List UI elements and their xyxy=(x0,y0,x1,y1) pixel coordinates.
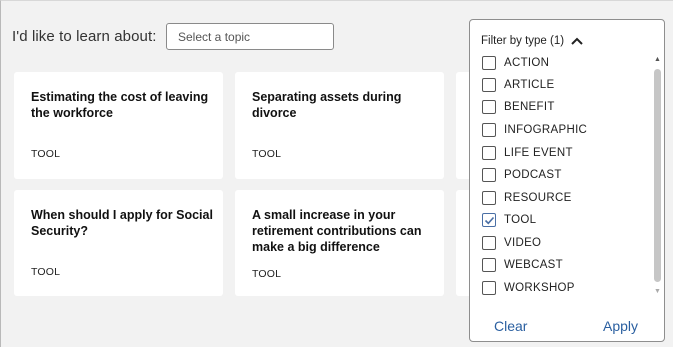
filter-header-label: Filter by type (1) xyxy=(481,35,565,47)
filter-option-workshop[interactable]: WORKSHOP xyxy=(482,281,575,295)
content-card[interactable]: A small increase in your retirement cont… xyxy=(235,190,444,296)
filter-option-tool[interactable]: TOOL xyxy=(482,213,536,227)
content-card[interactable]: Separating assets during divorce TOOL xyxy=(235,72,444,179)
checkbox[interactable] xyxy=(482,123,496,137)
card-type: TOOL xyxy=(252,148,282,160)
card-title: Estimating the cost of leaving the workf… xyxy=(31,90,209,120)
card-type: TOOL xyxy=(31,148,61,160)
chevron-up-icon[interactable] xyxy=(570,36,584,46)
filter-option-label: RESOURCE xyxy=(504,192,572,204)
learn-about-label: I'd like to learn about: xyxy=(12,28,157,45)
filter-option-label: LIFE EVENT xyxy=(504,147,573,159)
checkbox[interactable] xyxy=(482,100,496,114)
filter-option-article[interactable]: ARTICLE xyxy=(482,78,554,92)
content-card[interactable]: When should I apply for Social Security?… xyxy=(14,190,223,296)
filter-option-webcast[interactable]: WEBCAST xyxy=(482,258,563,272)
filter-option-label: VIDEO xyxy=(504,237,542,249)
filter-header[interactable]: Filter by type (1) xyxy=(481,35,584,47)
card-type: TOOL xyxy=(252,268,282,280)
filter-option-podcast[interactable]: PODCAST xyxy=(482,168,562,182)
checkbox[interactable] xyxy=(482,78,496,92)
clear-button[interactable]: Clear xyxy=(494,318,527,334)
scroll-thumb[interactable] xyxy=(654,69,661,282)
apply-button[interactable]: Apply xyxy=(603,318,638,334)
filter-option-infographic[interactable]: INFOGRAPHIC xyxy=(482,123,587,137)
filter-option-benefit[interactable]: BENEFIT xyxy=(482,100,555,114)
card-title: A small increase in your retirement cont… xyxy=(252,208,422,254)
filter-option-action[interactable]: ACTION xyxy=(482,56,549,70)
checkbox[interactable] xyxy=(482,258,496,272)
filter-option-label: INFOGRAPHIC xyxy=(504,124,588,136)
checkbox[interactable] xyxy=(482,236,496,250)
card-title: When should I apply for Social Security? xyxy=(31,208,213,238)
filter-option-label: WEBCAST xyxy=(504,259,563,271)
filter-option-label: PODCAST xyxy=(504,169,562,181)
checkbox[interactable] xyxy=(482,281,496,295)
scroll-up-arrow-icon[interactable]: ▲ xyxy=(654,56,661,63)
topic-select[interactable]: Select a topic xyxy=(166,23,334,50)
checkbox[interactable] xyxy=(482,146,496,160)
filter-by-type-panel: Filter by type (1) ACTION ARTICLE BENEFI… xyxy=(469,19,665,342)
filter-option-label: WORKSHOP xyxy=(504,282,575,294)
content-card[interactable]: Estimating the cost of leaving the workf… xyxy=(14,72,223,179)
checkbox[interactable] xyxy=(482,168,496,182)
checkbox[interactable] xyxy=(482,191,496,205)
filter-option-life-event[interactable]: LIFE EVENT xyxy=(482,146,573,160)
checkmark-icon xyxy=(484,216,494,224)
checkbox[interactable] xyxy=(482,56,496,70)
card-type: TOOL xyxy=(31,266,61,278)
filter-option-label: BENEFIT xyxy=(504,101,555,113)
filter-option-video[interactable]: VIDEO xyxy=(482,236,541,250)
filter-option-resource[interactable]: RESOURCE xyxy=(482,191,572,205)
filter-option-label: ARTICLE xyxy=(504,79,555,91)
filter-option-label: TOOL xyxy=(504,214,537,226)
checkbox-checked[interactable] xyxy=(482,213,496,227)
scroll-down-arrow-icon[interactable]: ▼ xyxy=(654,288,661,295)
card-title: Separating assets during divorce xyxy=(252,90,402,120)
filter-option-label: ACTION xyxy=(504,57,550,69)
filter-scrollbar[interactable]: ▲ ▼ xyxy=(651,54,663,297)
